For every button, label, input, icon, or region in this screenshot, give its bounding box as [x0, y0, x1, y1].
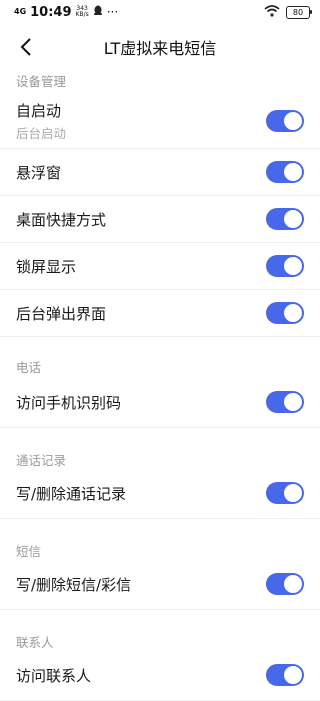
battery-icon: 80 — [286, 5, 312, 19]
section-title-contacts: 联系人 — [16, 635, 54, 650]
net-speed-unit: KB/s — [75, 11, 89, 18]
section-title-sms: 短信 — [16, 544, 42, 559]
row-label: 写/删除通话记录 — [16, 484, 127, 503]
row-label: 锁屏显示 — [16, 257, 77, 276]
toggle-knob — [284, 484, 302, 502]
row-floating-window: 悬浮窗 — [0, 149, 320, 196]
row-label: 后台弹出界面 — [16, 304, 107, 323]
signal-indicator: 4G — [14, 7, 27, 16]
clock: 10:49 — [30, 4, 72, 20]
call-log-toggle[interactable] — [266, 482, 304, 504]
row-lockscreen-display: 锁屏显示 — [0, 243, 320, 290]
row-label: 悬浮窗 — [16, 163, 62, 182]
net-speed: 343 KB/s — [76, 6, 89, 18]
back-button[interactable] — [16, 36, 36, 58]
row-text: 自启动 后台启动 — [16, 100, 66, 142]
status-right: 80 — [264, 4, 312, 20]
toggle-knob — [284, 112, 302, 130]
desktop-shortcut-toggle[interactable] — [266, 208, 304, 230]
status-left: 4G 10:49 343 KB/s ··· — [14, 5, 118, 20]
row-background-popup: 后台弹出界面 — [0, 290, 320, 337]
sms-mms-toggle[interactable] — [266, 573, 304, 595]
wifi-icon — [264, 4, 280, 20]
toggle-knob — [284, 304, 302, 322]
lockscreen-display-toggle[interactable] — [266, 255, 304, 277]
row-call-log: 写/删除通话记录 — [0, 468, 320, 519]
section-title-phone: 电话 — [16, 360, 42, 375]
toggle-knob — [284, 163, 302, 181]
battery-level: 80 — [292, 7, 304, 17]
toggle-knob — [284, 393, 302, 411]
toggle-knob — [284, 666, 302, 684]
row-label: 桌面快捷方式 — [16, 210, 107, 229]
row-label: 写/删除短信/彩信 — [16, 575, 132, 594]
page-title: LT虚拟来电短信 — [103, 39, 217, 58]
row-phone-identity: 访问手机识别码 — [0, 377, 320, 428]
row-label: 访问联系人 — [16, 666, 92, 685]
row-sms-mms: 写/删除短信/彩信 — [0, 559, 320, 610]
row-label: 访问手机识别码 — [16, 393, 122, 412]
row-autostart: 自启动 后台启动 — [0, 94, 320, 149]
row-label: 自启动 — [16, 102, 62, 120]
qq-icon — [93, 5, 103, 19]
top-bar: LT虚拟来电短信 — [0, 24, 320, 70]
phone-identity-toggle[interactable] — [266, 391, 304, 413]
chevron-left-icon — [20, 38, 31, 56]
contacts-toggle[interactable] — [266, 664, 304, 686]
toggle-knob — [284, 575, 302, 593]
row-sublabel: 后台启动 — [16, 126, 67, 141]
toggle-knob — [284, 210, 302, 228]
more-notifications: ··· — [106, 5, 119, 19]
toggle-knob — [284, 257, 302, 275]
autostart-toggle[interactable] — [266, 110, 304, 132]
background-popup-toggle[interactable] — [266, 302, 304, 324]
row-desktop-shortcut: 桌面快捷方式 — [0, 196, 320, 243]
row-contacts: 访问联系人 — [0, 650, 320, 701]
status-bar: 4G 10:49 343 KB/s ··· 80 — [0, 0, 320, 24]
section-title-call-log: 通话记录 — [16, 453, 67, 468]
floating-window-toggle[interactable] — [266, 161, 304, 183]
section-title-device: 设备管理 — [16, 74, 67, 89]
